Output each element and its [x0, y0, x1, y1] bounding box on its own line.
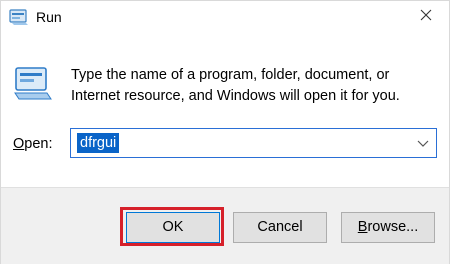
close-icon: [420, 8, 432, 26]
close-button[interactable]: [403, 1, 449, 33]
title-bar: Run: [1, 1, 449, 33]
cancel-button[interactable]: Cancel: [233, 212, 327, 243]
window-title: Run: [36, 9, 62, 25]
ok-button[interactable]: OK: [126, 212, 220, 243]
open-label: Open:: [13, 134, 53, 154]
open-label-mnemonic: O: [13, 136, 25, 152]
run-icon: [9, 8, 29, 26]
open-label-rest: pen:: [24, 136, 53, 152]
browse-label-rest: rowse...: [367, 219, 419, 235]
run-program-icon: [13, 65, 53, 101]
open-combobox[interactable]: dfrgui: [70, 128, 437, 158]
open-input-value[interactable]: dfrgui: [77, 133, 120, 153]
run-dialog: Run Type the name of a program, folder, …: [0, 0, 450, 264]
browse-button[interactable]: Browse...: [341, 212, 435, 243]
browse-mnemonic: B: [357, 219, 368, 235]
chevron-down-icon[interactable]: [416, 136, 430, 150]
instruction-text: Type the name of a program, folder, docu…: [71, 67, 400, 104]
